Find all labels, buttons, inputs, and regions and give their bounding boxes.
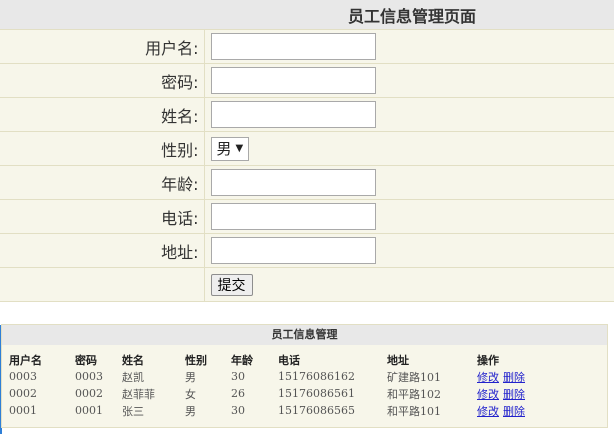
cell-address: 矿建路101 <box>387 370 441 384</box>
edit-link[interactable]: 修改 <box>477 405 499 418</box>
delete-link[interactable]: 删除 <box>503 405 525 418</box>
cell-address: 和平路101 <box>387 404 441 418</box>
cell-username: 0001 <box>9 404 37 417</box>
submit-button[interactable]: 提交 <box>210 273 253 296</box>
cell-name: 赵菲菲 <box>122 387 155 401</box>
gender-select[interactable]: 男 ▼ <box>210 136 250 161</box>
column-header: 电话 <box>278 353 300 367</box>
delete-link[interactable]: 删除 <box>503 371 525 384</box>
form-title: 员工信息管理页面 <box>347 6 476 26</box>
table-row: 0003 0003 赵凯 男 30 15176086162 矿建路101 修改删… <box>2 368 607 385</box>
cell-age: 30 <box>231 404 245 417</box>
username-input[interactable] <box>210 33 376 60</box>
password-label: 密码: <box>0 63 205 98</box>
cell-password: 0001 <box>75 404 103 417</box>
column-header: 操作 <box>477 353 499 367</box>
cell-actions: 修改 删除 <box>477 368 607 385</box>
cell-actions: 修改 删除 <box>477 385 607 402</box>
age-input[interactable] <box>210 169 376 196</box>
gender-selected-value: 男 <box>216 140 232 158</box>
column-header: 用户名 <box>9 353 42 367</box>
employee-list-panel: 员工信息管理 用户名 密码 姓名 性别 年龄 电话 地址 操作 0003 000… <box>1 324 608 428</box>
cell-password: 0002 <box>75 387 103 400</box>
cell-name: 张三 <box>122 404 144 418</box>
cell-address: 和平路102 <box>387 387 441 401</box>
phone-input[interactable] <box>210 203 376 230</box>
age-label: 年龄: <box>0 165 205 200</box>
name-label: 姓名: <box>0 97 205 132</box>
chevron-down-icon: ▼ <box>235 143 244 154</box>
cell-phone: 15176086565 <box>278 404 355 417</box>
delete-link[interactable]: 删除 <box>503 388 525 401</box>
column-header: 年龄 <box>231 353 253 367</box>
name-input[interactable] <box>210 101 376 128</box>
edit-link[interactable]: 修改 <box>477 388 499 401</box>
gender-label: 性别: <box>0 131 205 166</box>
cell-gender: 女 <box>185 387 196 401</box>
phone-label: 电话: <box>0 199 205 234</box>
column-header: 姓名 <box>122 353 144 367</box>
address-label: 地址: <box>0 233 205 268</box>
cell-gender: 男 <box>185 370 196 384</box>
table-header-row: 用户名 密码 姓名 性别 年龄 电话 地址 操作 <box>2 351 607 368</box>
cell-name: 赵凯 <box>122 370 144 384</box>
form-title-cell: 员工信息管理页面 <box>0 0 614 30</box>
cell-password: 0003 <box>75 370 103 383</box>
cell-phone: 15176086162 <box>278 370 355 383</box>
employee-form: 员工信息管理页面 用户名: 密码: 姓名: 性别: 男 ▼ 年龄: 电话: 地址… <box>0 0 614 302</box>
edit-link[interactable]: 修改 <box>477 371 499 384</box>
column-header: 地址 <box>387 353 409 367</box>
cell-username: 0003 <box>9 370 37 383</box>
column-header: 性别 <box>185 353 207 367</box>
cell-age: 26 <box>231 387 245 400</box>
password-input[interactable] <box>210 67 376 94</box>
cell-username: 0002 <box>9 387 37 400</box>
address-input[interactable] <box>210 237 376 264</box>
employee-table: 用户名 密码 姓名 性别 年龄 电话 地址 操作 0003 0003 赵凯 男 … <box>2 351 607 419</box>
cell-gender: 男 <box>185 404 196 418</box>
cell-age: 30 <box>231 370 245 383</box>
cell-actions: 修改 删除 <box>477 402 607 419</box>
list-title: 员工信息管理 <box>2 325 607 345</box>
table-row: 0002 0002 赵菲菲 女 26 15176086561 和平路102 修改… <box>2 385 607 402</box>
column-header: 密码 <box>75 353 97 367</box>
username-label: 用户名: <box>0 29 205 64</box>
table-row: 0001 0001 张三 男 30 15176086565 和平路101 修改删… <box>2 402 607 419</box>
empty-label-cell <box>0 267 205 302</box>
cell-phone: 15176086561 <box>278 387 355 400</box>
